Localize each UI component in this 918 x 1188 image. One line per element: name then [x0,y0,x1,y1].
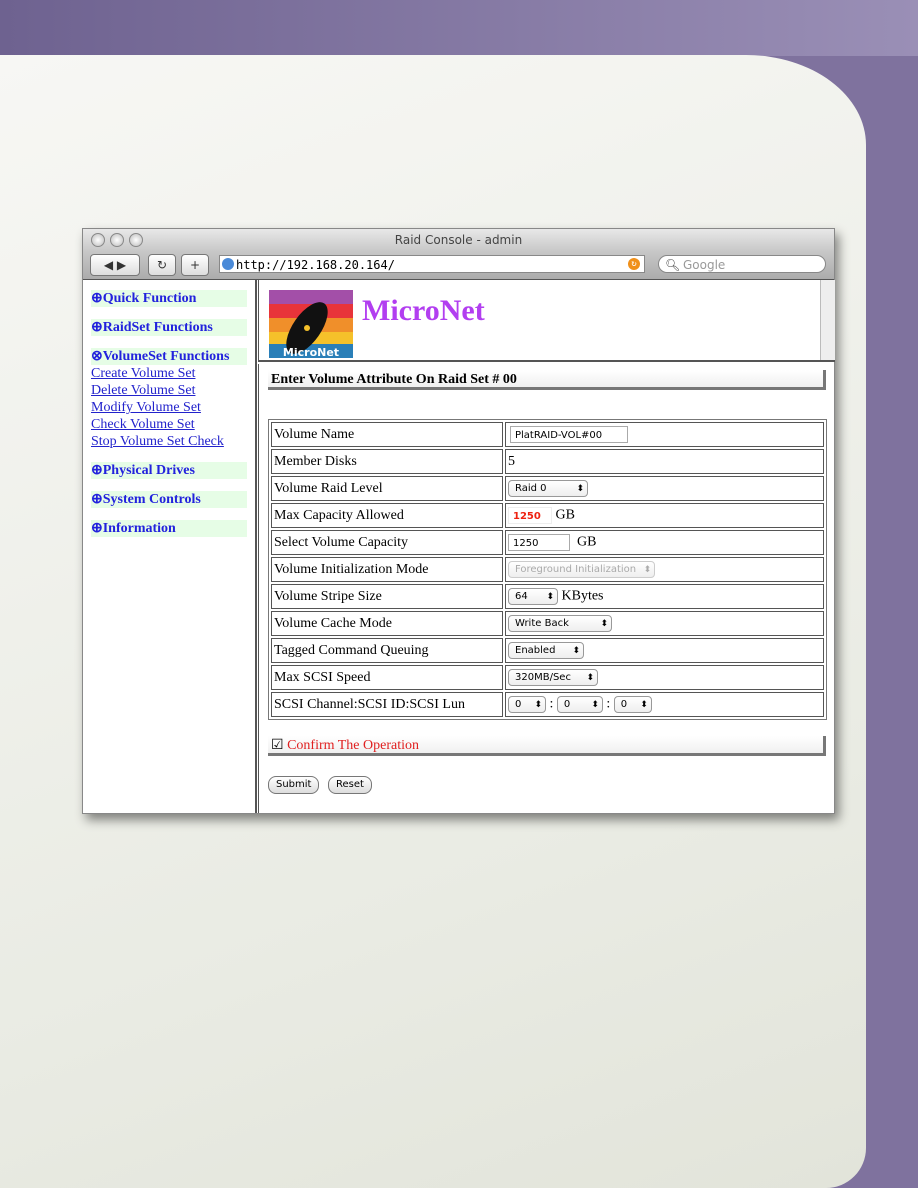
svg-text:MicroNet: MicroNet [283,346,339,358]
tcq-select[interactable]: Enabled [508,642,584,659]
header-scrollbar[interactable] [820,280,835,360]
member-disks-value: 5 [505,449,824,474]
scsi-lun-select[interactable]: 0 [613,696,652,713]
row-label: Member Disks [271,449,503,474]
row-label: Volume Raid Level [271,476,503,501]
search-input[interactable]: 🔍︎ Google [658,255,826,273]
micronet-logo: MicroNet [269,290,353,358]
close-button[interactable] [91,233,105,247]
table-row: Volume Stripe Size 64 KBytes [271,584,824,609]
volume-capacity-input[interactable]: 1250 [508,534,570,551]
init-mode-select: Foreground Initialization [508,561,656,578]
unit-label: GB [577,534,597,550]
unit-label: GB [555,507,575,523]
scsi-channel-select[interactable]: 0 [508,696,546,713]
globe-icon [222,258,234,270]
max-capacity-value: 1250 [508,507,552,524]
row-label: Select Volume Capacity [271,530,503,555]
scsi-id-select[interactable]: 0 [556,696,603,713]
sidebar-quick-function[interactable]: ⊕Quick Function [91,290,247,307]
back-forward-button[interactable]: ◀ ▶ [90,254,140,276]
submit-button[interactable]: Submit [268,776,320,794]
header-frame: MicroNet MicroNet [258,280,835,362]
search-icon: 🔍︎ [665,258,681,272]
link-check-volume-set[interactable]: Check Volume Set [91,416,255,433]
confirm-bar: ☑ Confirm The Operation [268,736,826,756]
row-label: Volume Stripe Size [271,584,503,609]
reset-button[interactable]: Reset [328,776,372,794]
raid-level-select[interactable]: Raid 0 [508,480,588,497]
volume-attributes-table: Volume Name PlatRAID-VOL#00 Member Disks 5… [268,419,827,720]
row-label: Max SCSI Speed [271,665,503,690]
row-label: Volume Cache Mode [271,611,503,636]
row-label: Tagged Command Queuing [271,638,503,663]
main-frame: Enter Volume Attribute On Raid Set # 00 … [258,364,835,813]
title-bar: Raid Console - admin [83,229,834,251]
unit-label: KBytes [561,588,604,604]
form-title: Enter Volume Attribute On Raid Set # 00 [268,370,826,390]
table-row: Member Disks 5 [271,449,824,474]
stripe-size-select[interactable]: 64 [508,588,558,605]
browser-window: Raid Console - admin ◀ ▶ ↻ + http://192.… [82,228,835,814]
add-bookmark-icon[interactable]: + [181,254,209,276]
link-create-volume-set[interactable]: Create Volume Set [91,365,255,382]
table-row: Volume Name PlatRAID-VOL#00 [271,422,824,447]
link-stop-volume-set-check[interactable]: Stop Volume Set Check [91,433,255,450]
toolbar: ◀ ▶ ↻ + http://192.168.20.164/ ↻ 🔍︎ Google [83,251,834,280]
table-row: Volume Raid Level Raid 0 [271,476,824,501]
table-row: Tagged Command Queuing Enabled [271,638,824,663]
separator: : [606,696,611,712]
table-row: Max SCSI Speed 320MB/Sec [271,665,824,690]
confirm-label: Confirm The Operation [287,738,419,753]
url-text: http://192.168.20.164/ [236,258,395,272]
sidebar-information[interactable]: ⊕Information [91,520,247,537]
background-band [0,0,918,56]
sidebar: ⊕Quick Function ⊕RaidSet Functions ⊗Volu… [83,280,257,813]
zoom-button[interactable] [129,233,143,247]
table-row: Volume Cache Mode Write Back [271,611,824,636]
sidebar-system-controls[interactable]: ⊕System Controls [91,491,247,508]
window-title: Raid Console - admin [394,233,523,247]
sidebar-physical-drives[interactable]: ⊕Physical Drives [91,462,247,479]
link-modify-volume-set[interactable]: Modify Volume Set [91,399,255,416]
confirm-checkbox[interactable]: ☑ [271,738,284,753]
address-bar[interactable]: http://192.168.20.164/ ↻ [219,255,645,273]
cache-mode-select[interactable]: Write Back [508,615,612,632]
row-label: Volume Name [271,422,503,447]
table-row: Select Volume Capacity 1250 GB [271,530,824,555]
sidebar-volumeset-functions[interactable]: ⊗VolumeSet Functions [91,348,247,365]
separator: : [549,696,554,712]
link-delete-volume-set[interactable]: Delete Volume Set [91,382,255,399]
reload-icon[interactable]: ↻ [148,254,176,276]
rss-icon[interactable]: ↻ [628,258,640,270]
volume-name-input[interactable]: PlatRAID-VOL#00 [510,426,628,443]
scsi-speed-select[interactable]: 320MB/Sec [508,669,598,686]
row-label: Volume Initialization Mode [271,557,503,582]
row-label: SCSI Channel:SCSI ID:SCSI Lun [271,692,503,717]
table-row: Volume Initialization Mode Foreground Ini… [271,557,824,582]
row-label: Max Capacity Allowed [271,503,503,528]
table-row: SCSI Channel:SCSI ID:SCSI Lun 0 : 0 : 0 [271,692,824,717]
minimize-button[interactable] [110,233,124,247]
table-row: Max Capacity Allowed 1250 GB [271,503,824,528]
search-placeholder: Google [683,258,726,272]
sidebar-raidset-functions[interactable]: ⊕RaidSet Functions [91,319,247,336]
brand-title: MicroNet [362,294,485,327]
